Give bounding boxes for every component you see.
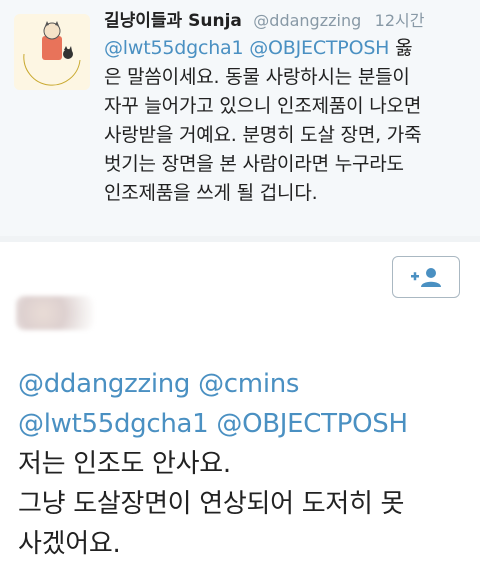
tweet-1-content: 길냥이들과 Sunja @ddangzzing 12시간 @lwt55dgcha… — [104, 8, 468, 208]
divider — [0, 236, 480, 242]
timestamp[interactable]: 12시간 — [375, 11, 425, 30]
tweet-1-text: @lwt55dgcha1 @OBJECTPOSH 옳 은 말씀이세요. 동물 사… — [104, 34, 468, 208]
mention-link[interactable]: @OBJECTPOSH — [249, 37, 389, 59]
mention-link[interactable]: @ddangzzing — [18, 369, 190, 399]
mentions-line: @lwt55dgcha1 @OBJECTPOSH — [18, 404, 468, 444]
mention-link[interactable]: @lwt55dgcha1 — [18, 409, 209, 439]
follow-button[interactable] — [392, 256, 460, 298]
tweet-1-line: 은 말씀이세요. 동물 사랑하시는 분들이 — [104, 66, 410, 88]
tweet-1-line: 인조제품을 쓰게 될 겁니다. — [104, 182, 318, 204]
tweet-1-line: 벗기는 장면을 본 사람이라면 누구라도 — [104, 153, 404, 175]
display-name[interactable]: 길냥이들과 Sunja — [104, 11, 242, 31]
text-fragment: 옳 — [395, 37, 413, 59]
tweet-1-line: @lwt55dgcha1 @OBJECTPOSH 옳 — [104, 34, 468, 63]
tweet-1: 길냥이들과 Sunja @ddangzzing 12시간 @lwt55dgcha… — [0, 0, 480, 237]
tweet-2-text: @ddangzzing @cmins @lwt55dgcha1 @OBJECTP… — [18, 364, 468, 564]
user-handle[interactable]: @ddangzzing — [253, 11, 361, 30]
add-user-icon — [411, 268, 441, 287]
tweet-2-line: 사겠어요. — [18, 529, 121, 559]
avatar[interactable] — [14, 14, 90, 90]
mentions-line: @ddangzzing @cmins — [18, 364, 468, 404]
tweet-1-line: 사랑받을 거예요. 분명히 도살 장면, 가죽 — [104, 124, 422, 146]
tweet-2-line: 그냥 도살장면이 연상되어 도저히 못 — [18, 489, 405, 519]
tweet-1-header: 길냥이들과 Sunja @ddangzzing 12시간 — [104, 8, 468, 34]
tweet-2-line: 저는 인조도 안사요. — [18, 449, 231, 479]
cat-on-moon-icon — [14, 14, 90, 90]
mention-link[interactable]: @lwt55dgcha1 — [104, 37, 244, 59]
avatar-blurred[interactable] — [16, 296, 94, 330]
tweet-1-line: 자꾸 늘어가고 있으니 인조제품이 나오면 — [104, 95, 422, 117]
mention-link[interactable]: @OBJECTPOSH — [216, 409, 408, 439]
mention-link[interactable]: @cmins — [198, 369, 299, 399]
